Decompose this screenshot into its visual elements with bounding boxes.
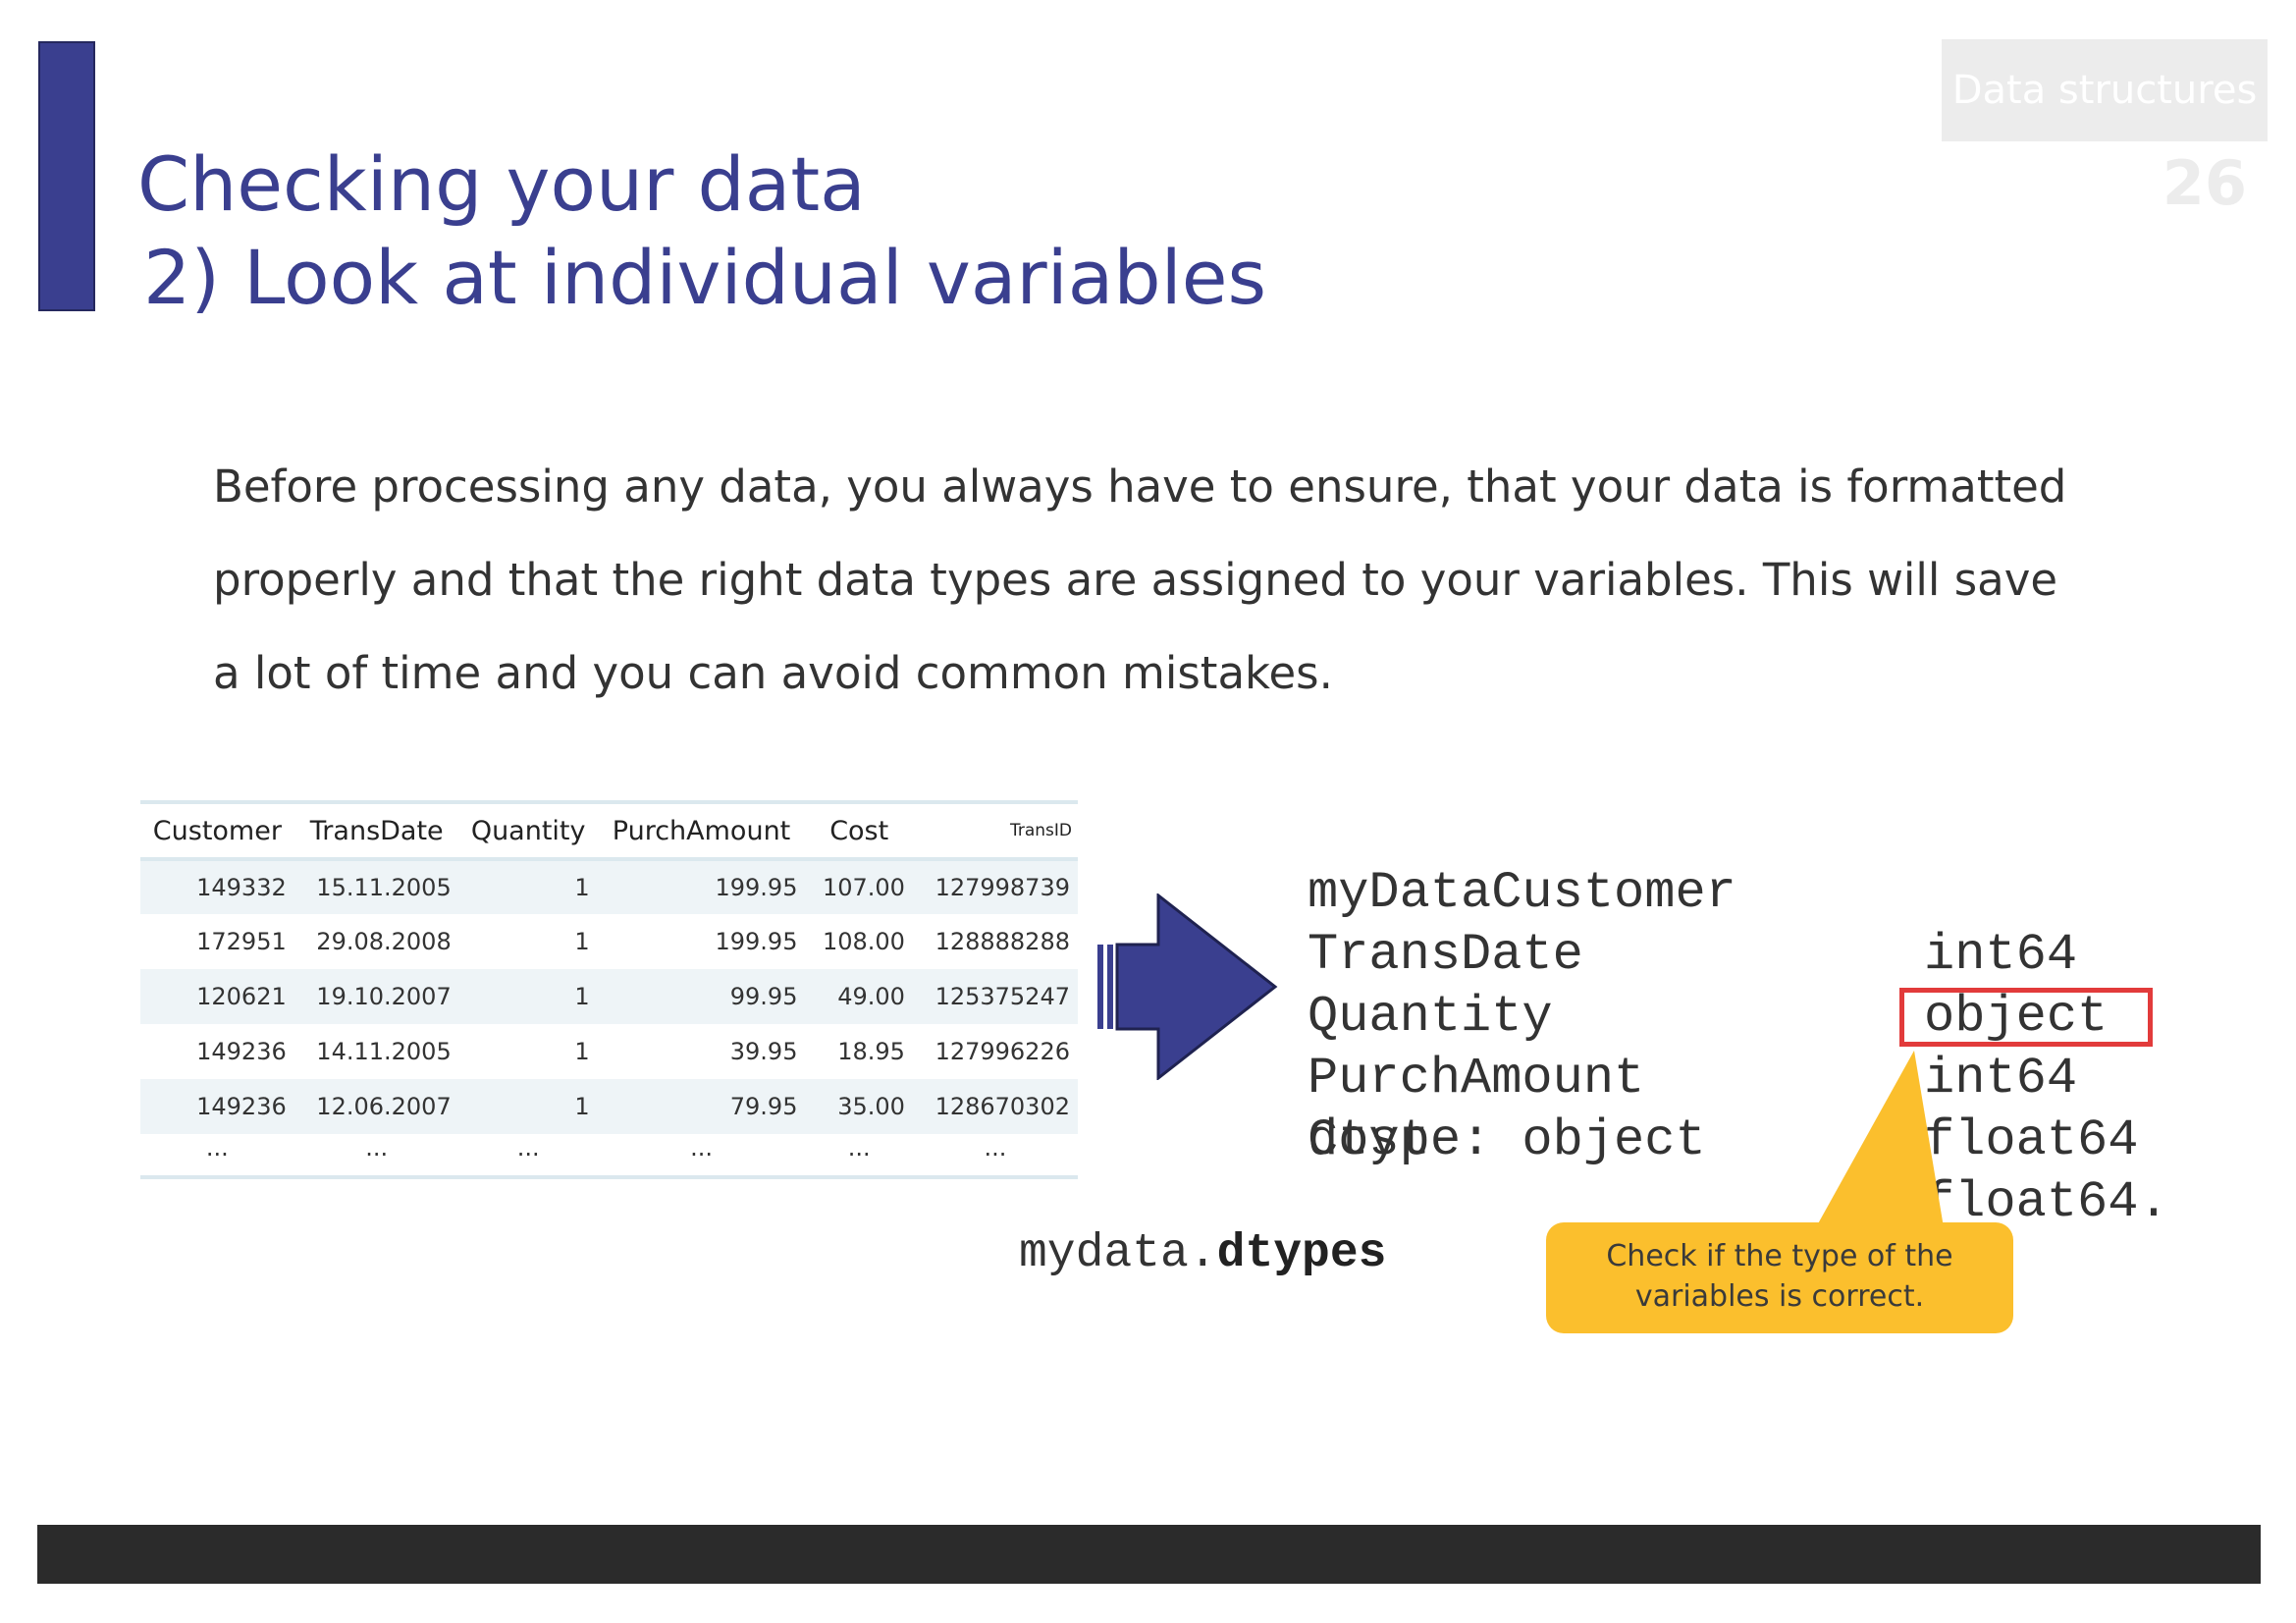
table-cell: 49.00: [837, 983, 905, 1010]
ellipsis-cell: ...: [984, 1134, 1007, 1162]
float64-highlight-box: [1899, 988, 2153, 1047]
table-cell: 1: [574, 1093, 590, 1120]
ellipsis-cell: ...: [516, 1134, 540, 1162]
table-cell: 149236: [196, 1093, 287, 1120]
code-snippet: mydata.dtypes: [1019, 1227, 1386, 1280]
variable-type: int64: [1924, 926, 2078, 984]
callout-note: Check if the type of the variables is co…: [1546, 1222, 2013, 1333]
intro-paragraph: Before processing any data, you always h…: [213, 460, 2067, 699]
dtype-row: myDataCustomer int64: [1308, 800, 2077, 984]
table-ellipsis-row: ... ... ... ... ... ...: [140, 1134, 1078, 1177]
table-cell: 1: [574, 983, 590, 1010]
table-cell: 125375247: [934, 983, 1070, 1010]
table-cell: 14.11.2005: [316, 1038, 452, 1065]
ellipsis-cell: ...: [690, 1134, 713, 1162]
table-cell: 1: [574, 1038, 590, 1065]
table-row: 172951 29.08.2008 1 199.95 108.00 128888…: [140, 914, 1078, 969]
column-header: PurchAmount: [612, 815, 791, 846]
table-row: 149236 12.06.2007 1 79.95 35.00 12867030…: [140, 1079, 1078, 1134]
dtype-row: Cost float64.: [1308, 1048, 2169, 1231]
callout-pointer: [1816, 1051, 1944, 1227]
dtype-row: PurchAmount float64: [1308, 986, 2138, 1169]
table-row: 149332 15.11.2005 1 199.95 107.00 127998…: [140, 859, 1078, 914]
table-cell: 79.95: [729, 1093, 798, 1120]
table-cell: 199.95: [715, 874, 798, 901]
table-cell: 99.95: [729, 983, 798, 1010]
ellipsis-cell: ...: [365, 1134, 389, 1162]
right-arrow-icon: [1097, 893, 1278, 1080]
column-header: TransID: [1009, 821, 1072, 840]
table-cell: 127998739: [934, 874, 1070, 901]
title-line-2: 2) Look at individual variables: [143, 234, 1267, 321]
variable-type: int64: [1924, 1050, 2078, 1108]
table-row: 149236 14.11.2005 1 39.95 18.95 12799622…: [140, 1024, 1078, 1079]
table-cell: 18.95: [837, 1038, 905, 1065]
table-cell: 199.95: [715, 928, 798, 955]
column-header: Cost: [829, 815, 889, 846]
table-cell: 128670302: [934, 1093, 1070, 1120]
table-cell: 15.11.2005: [316, 874, 452, 901]
table-cell: 149236: [196, 1038, 287, 1065]
table-cell: 35.00: [837, 1093, 905, 1120]
table-cell: 107.00: [822, 874, 905, 901]
ellipsis-cell: ...: [205, 1134, 229, 1162]
table-cell: 1: [574, 928, 590, 955]
table-cell: 128888288: [934, 928, 1070, 955]
table-row: 120621 19.10.2007 1 99.95 49.00 12537524…: [140, 969, 1078, 1024]
column-header: Quantity: [470, 815, 586, 846]
dtype-row: Quantity int64: [1308, 924, 2077, 1108]
table-cell: 120621: [196, 983, 287, 1010]
title-accent-bar: [38, 41, 95, 311]
title-line-1: Checking your data: [137, 140, 866, 228]
table-header-row: Customer TransDate Quantity PurchAmount …: [140, 802, 1078, 859]
footer-bar: [37, 1525, 2261, 1584]
sample-data-table: Customer TransDate Quantity PurchAmount …: [140, 800, 1078, 1179]
code-method: dtypes: [1216, 1227, 1387, 1280]
dtype-footer: dtype: object: [1308, 1111, 1706, 1169]
ellipsis-cell: ...: [847, 1134, 871, 1162]
table-cell: 29.08.2008: [316, 928, 452, 955]
table-cell: 108.00: [822, 928, 905, 955]
table-cell: 12.06.2007: [316, 1093, 452, 1120]
table-cell: 149332: [196, 874, 287, 901]
code-prefix: mydata.: [1019, 1227, 1217, 1280]
table-cell: 1: [574, 874, 590, 901]
column-header: TransDate: [309, 815, 444, 846]
table-cell: 127996226: [934, 1038, 1070, 1065]
table-cell: 172951: [196, 928, 287, 955]
dtype-row: TransDate object: [1308, 862, 2108, 1046]
slide-title: Checking your data 2) Look at individual…: [137, 137, 1266, 324]
column-header: Customer: [152, 815, 282, 846]
section-label: Data structures: [1942, 39, 2268, 141]
table-cell: 39.95: [729, 1038, 798, 1065]
page-number: 26: [2162, 147, 2247, 219]
variable-type: float64: [1924, 1111, 2139, 1169]
table-cell: 19.10.2007: [316, 983, 452, 1010]
